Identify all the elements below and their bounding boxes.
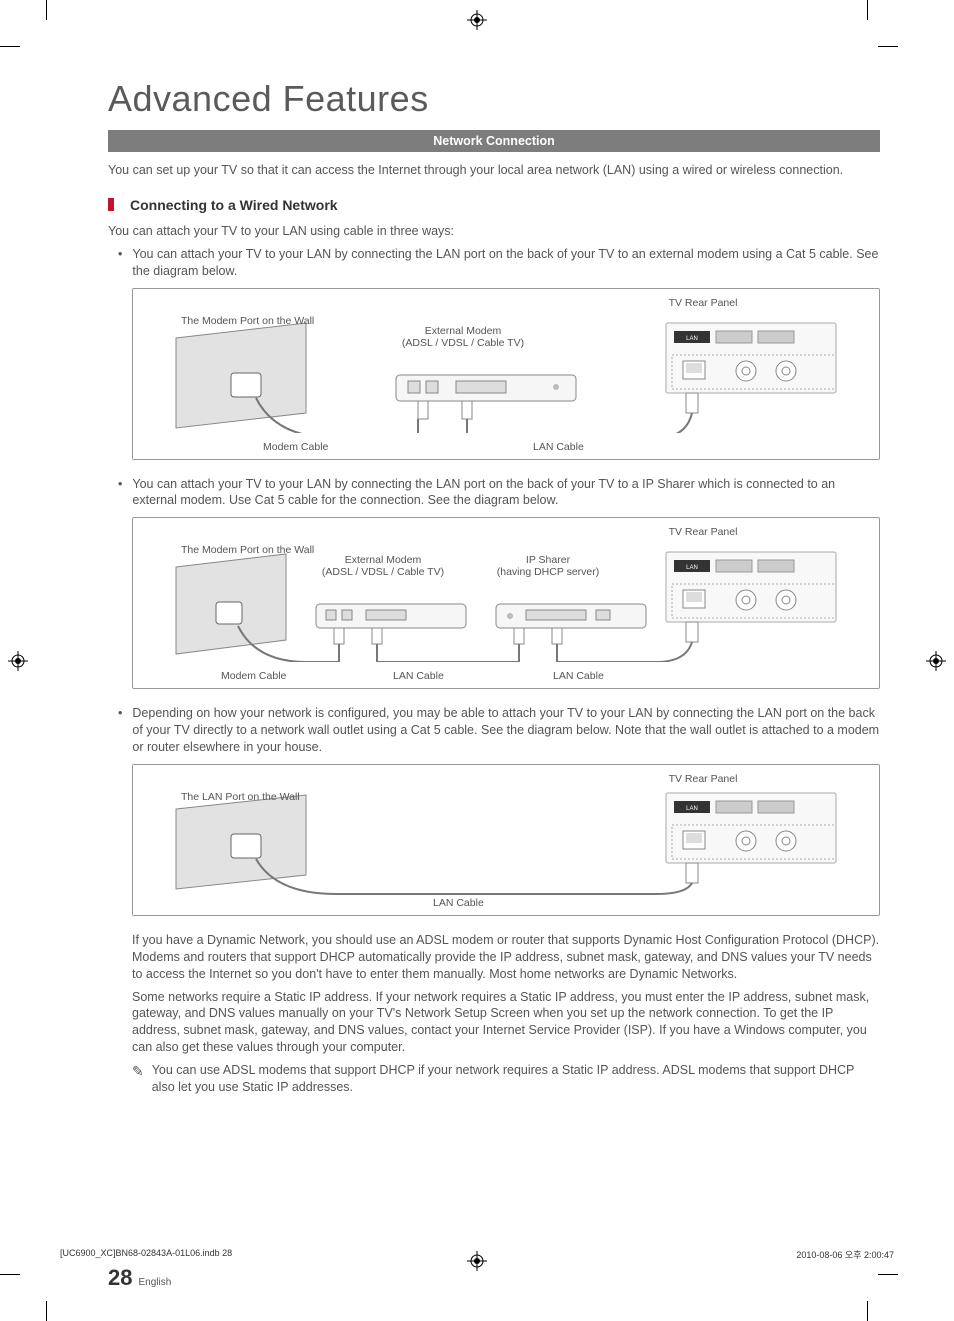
rear-panel-label: TV Rear Panel (613, 773, 793, 785)
lan-cable-label: LAN Cable (533, 441, 584, 453)
meta-file: [UC6900_XC]BN68-02843A-01L06.indb 28 (60, 1248, 232, 1261)
intro-text: You can set up your TV so that it can ac… (108, 162, 880, 179)
bullet-text: You can attach your TV to your LAN by co… (132, 476, 880, 510)
crop-mark (0, 46, 20, 47)
page-title: Advanced Features (108, 78, 880, 120)
crop-mark (0, 1274, 20, 1275)
rear-panel-label: TV Rear Panel (613, 526, 793, 538)
diagram-2: TV Rear Panel The Modem Port on the Wall… (132, 517, 880, 689)
note-icon: ✎ (132, 1062, 144, 1096)
wall-label: The Modem Port on the Wall (181, 315, 314, 327)
registration-mark-icon (467, 10, 487, 30)
lan-cable-label: LAN Cable (393, 670, 444, 682)
paragraph-dhcp: If you have a Dynamic Network, you shoul… (108, 932, 880, 983)
crop-mark (878, 1274, 898, 1275)
bullet-icon: • (118, 705, 122, 756)
diagram-1: TV Rear Panel The Modem Port on the Wall… (132, 288, 880, 460)
sharer-title-label: IP Sharer (483, 554, 613, 566)
bullet-text: Depending on how your network is configu… (132, 705, 880, 756)
section-bar: Network Connection (108, 130, 880, 152)
crop-mark (878, 46, 898, 47)
subsection-title: Connecting to a Wired Network (130, 197, 338, 213)
registration-mark-icon (8, 651, 28, 671)
diagram-3: TV Rear Panel The LAN Port on the Wall L… (132, 764, 880, 916)
registration-mark-icon (926, 651, 946, 671)
wall-label: The Modem Port on the Wall (181, 544, 314, 556)
crop-mark (867, 1301, 868, 1321)
page-footer: 28 English (108, 1265, 171, 1291)
sharer-sub-label: (having DHCP server) (483, 566, 613, 578)
modem-cable-label: Modem Cable (221, 670, 286, 682)
bullet-item: • You can attach your TV to your LAN by … (108, 476, 880, 510)
section-bar-label: Network Connection (433, 134, 555, 148)
wall-label: The LAN Port on the Wall (181, 791, 300, 803)
lan-cable-label: LAN Cable (553, 670, 604, 682)
port-lan-label: LAN (686, 336, 698, 342)
subsection-header: Connecting to a Wired Network (108, 197, 880, 213)
modem-title-label: External Modem (393, 325, 533, 337)
meta-timestamp: 2010-08-06 오후 2:00:47 (796, 1248, 894, 1261)
bullet-item: • You can attach your TV to your LAN by … (108, 246, 880, 280)
modem-title-label: External Modem (313, 554, 453, 566)
bullet-icon: • (118, 246, 122, 280)
page-number: 28 (108, 1265, 132, 1291)
modem-sub-label: (ADSL / VDSL / Cable TV) (313, 566, 453, 578)
page-content: Advanced Features Network Connection You… (108, 78, 880, 1096)
bullet-item: • Depending on how your network is confi… (108, 705, 880, 756)
print-meta-footer: [UC6900_XC]BN68-02843A-01L06.indb 28 201… (60, 1248, 894, 1261)
port-lan-label: LAN (686, 806, 698, 812)
modem-cable-label: Modem Cable (263, 441, 328, 453)
note-text: You can use ADSL modems that support DHC… (152, 1062, 880, 1096)
paragraph-static: Some networks require a Static IP addres… (108, 989, 880, 1057)
accent-block-icon (108, 198, 114, 211)
lan-cable-label: LAN Cable (433, 897, 484, 909)
preamble-text: You can attach your TV to your LAN using… (108, 223, 880, 240)
crop-mark (46, 1301, 47, 1321)
page-language: English (138, 1277, 171, 1288)
rear-panel-label: TV Rear Panel (613, 297, 793, 309)
note-row: ✎ You can use ADSL modems that support D… (108, 1062, 880, 1096)
crop-mark (867, 0, 868, 20)
modem-sub-label: (ADSL / VDSL / Cable TV) (393, 337, 533, 349)
bullet-text: You can attach your TV to your LAN by co… (132, 246, 880, 280)
crop-mark (46, 0, 47, 20)
bullet-icon: • (118, 476, 122, 510)
port-lan-label: LAN (686, 565, 698, 571)
